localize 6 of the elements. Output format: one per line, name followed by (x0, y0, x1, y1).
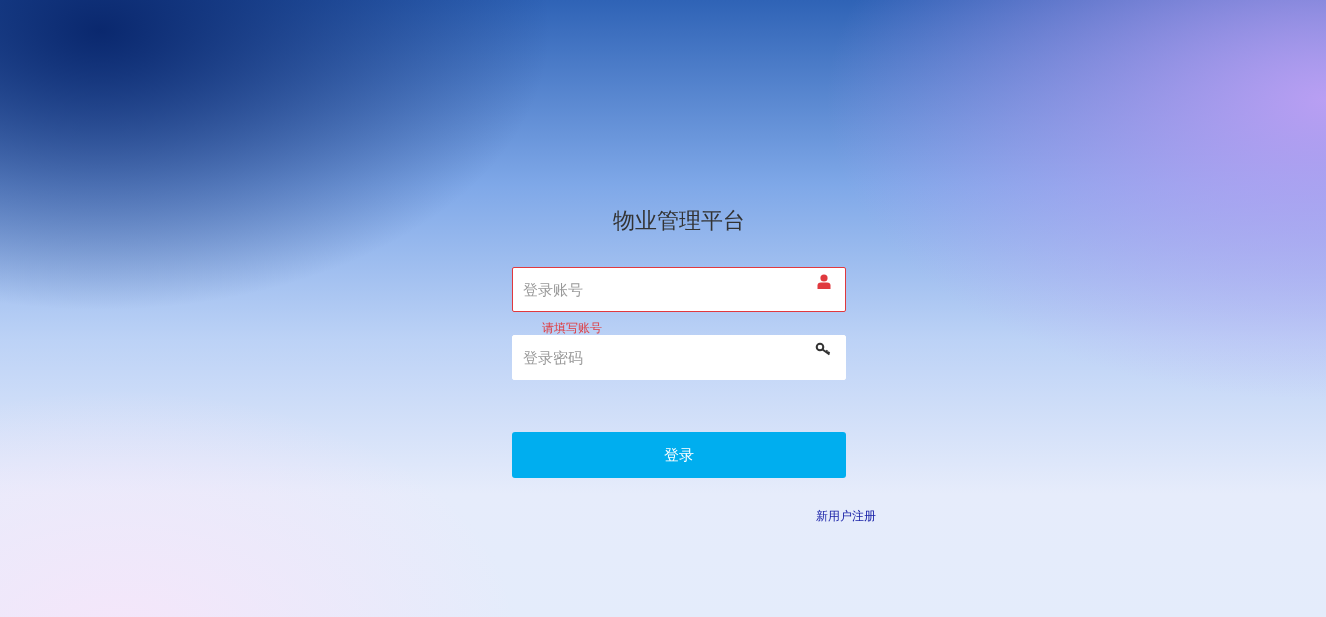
user-icon (817, 274, 831, 289)
page-title: 物业管理平台 (612, 207, 746, 235)
error-message: 请填写账号 (541, 320, 603, 335)
register-link[interactable]: 新用户注册 (816, 508, 876, 525)
input-field[interactable]: 登录账号 (512, 267, 846, 312)
key-icon (815, 342, 831, 356)
